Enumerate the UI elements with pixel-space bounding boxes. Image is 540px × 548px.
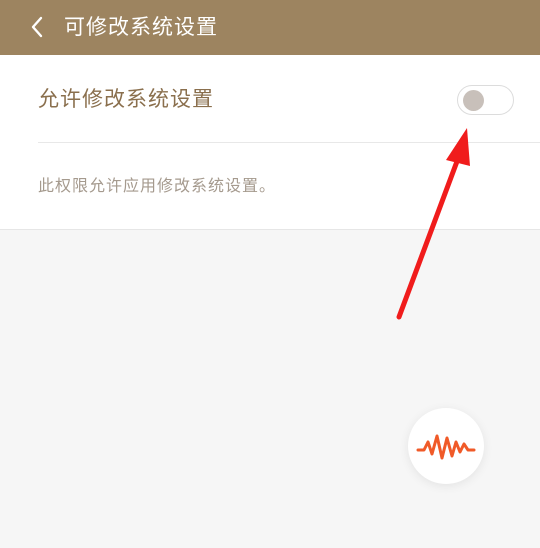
page-title: 可修改系统设置: [64, 15, 218, 39]
allow-modify-settings-row[interactable]: 允许修改系统设置: [0, 55, 540, 143]
back-button[interactable]: [20, 8, 54, 46]
toggle-knob: [463, 90, 484, 111]
settings-card: 允许修改系统设置 此权限允许应用修改系统设置。: [0, 55, 540, 230]
floating-assistant-button[interactable]: [408, 408, 484, 484]
chevron-left-icon: [31, 16, 43, 38]
allow-modify-settings-toggle[interactable]: [457, 85, 514, 115]
app-header: 可修改系统设置: [0, 0, 540, 55]
permission-description: 此权限允许应用修改系统设置。: [38, 176, 277, 195]
waveform-icon: [416, 434, 476, 460]
allow-modify-settings-label: 允许修改系统设置: [38, 87, 214, 111]
